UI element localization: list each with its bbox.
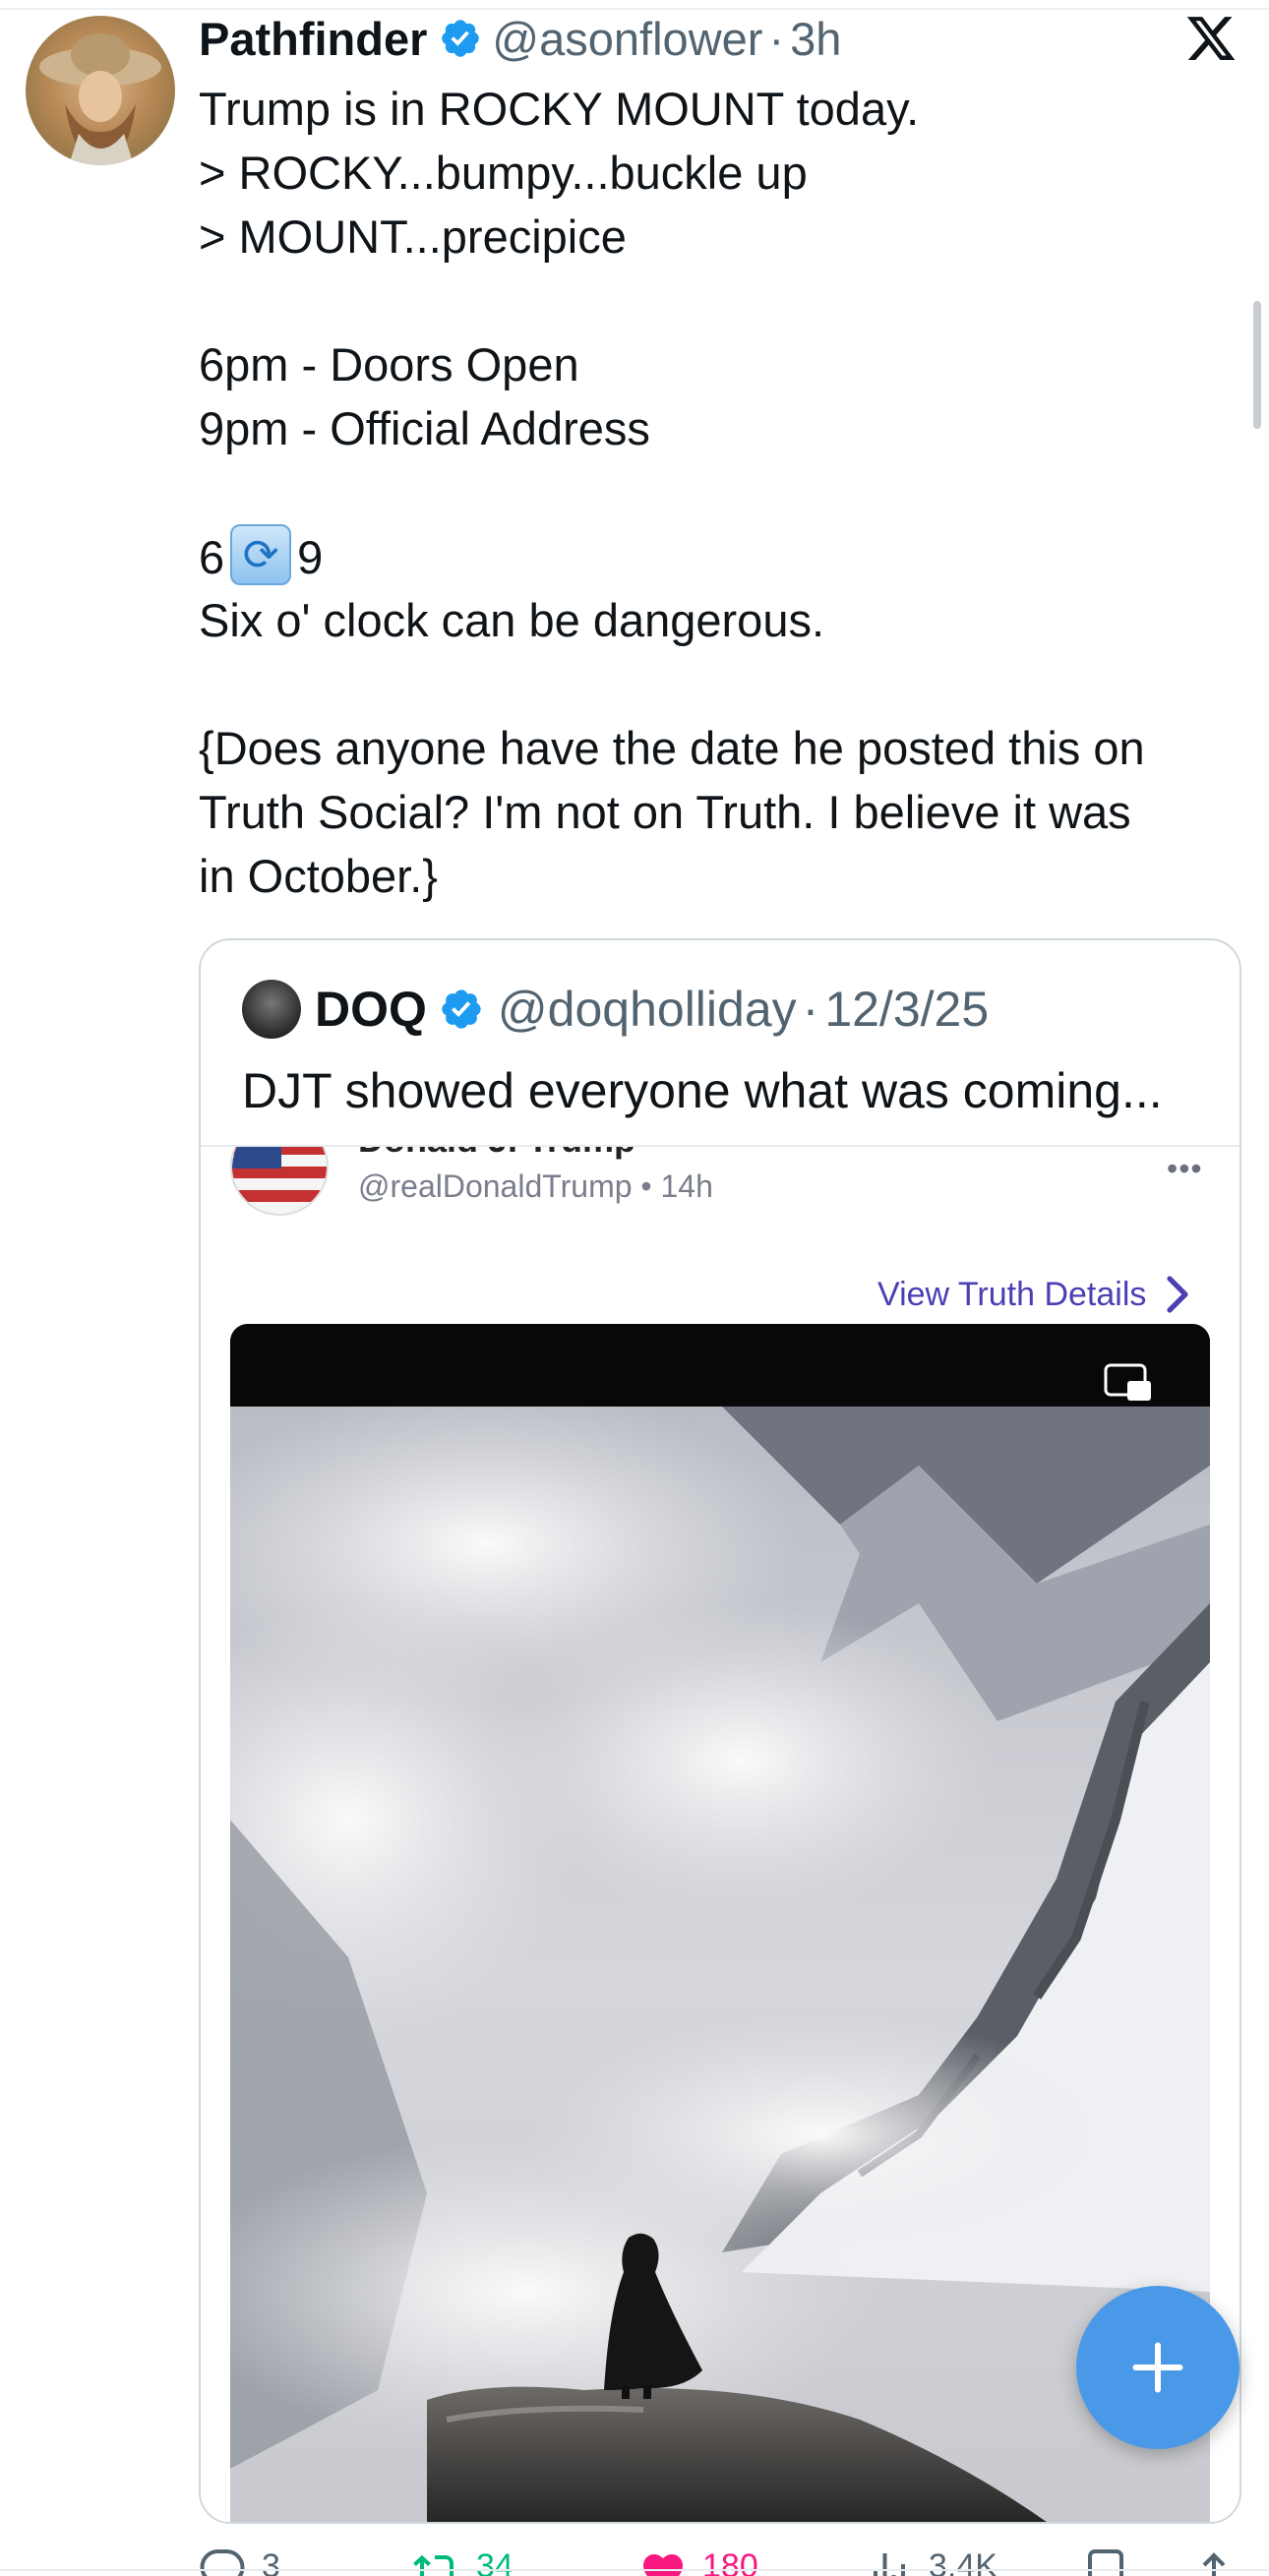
tweet-line: 6pm - Doors Open xyxy=(199,338,579,390)
tweet-line: {Does anyone have the date he posted thi… xyxy=(199,722,1145,774)
repost-icon xyxy=(413,2554,453,2576)
tweet: Pathfinder @asonflower · 3h Trump is in … xyxy=(199,0,1241,908)
reply-icon xyxy=(200,2549,245,2576)
header-separator: · xyxy=(768,12,785,65)
emoji-line-before: 6 xyxy=(199,531,225,583)
plus-icon xyxy=(1132,2342,1183,2393)
repost-count: 34 xyxy=(476,2547,514,2576)
like-count: 180 xyxy=(702,2547,758,2576)
reply-count: 3 xyxy=(262,2547,280,2576)
verified-badge-icon xyxy=(442,20,480,57)
share-button[interactable] xyxy=(1190,2547,1238,2576)
quoted-tweet[interactable]: DOQ @doqholliday · 12/3/25 DJT showed ev… xyxy=(199,938,1241,2524)
emoji-line-after: 9 xyxy=(297,531,324,583)
video-media[interactable] xyxy=(230,1324,1210,2522)
view-truth-details-link: View Truth Details xyxy=(877,1275,1191,1314)
picture-in-picture-icon[interactable] xyxy=(1104,1363,1153,1403)
tweet-line: 9pm - Official Address xyxy=(199,402,650,454)
tweet-line: Six o' clock can be dangerous. xyxy=(199,594,825,646)
bookmark-button[interactable] xyxy=(1082,2547,1129,2576)
tweet-emoji-line: 6 ⟳ 9 xyxy=(199,524,1241,588)
quote-date[interactable]: 12/3/25 xyxy=(824,981,989,1038)
quote-author-avatar[interactable] xyxy=(242,980,301,1039)
repost-button[interactable]: 34 xyxy=(413,2547,514,2576)
scrollbar[interactable] xyxy=(1253,301,1261,429)
views-button[interactable]: 3.4K xyxy=(866,2547,997,2576)
truth-author-name: Donald J. Trump xyxy=(358,1147,635,1161)
repeat-emoji-icon: ⟳ xyxy=(230,524,292,585)
like-icon xyxy=(643,2554,683,2576)
views-count: 3.4K xyxy=(929,2547,997,2576)
quote-author-name[interactable]: DOQ xyxy=(315,981,427,1038)
tweet-line: Truth Social? I'm not on Truth. I believ… xyxy=(199,786,1131,838)
view-truth-details-label: View Truth Details xyxy=(877,1275,1147,1313)
quote-header: DOQ @doqholliday · 12/3/25 xyxy=(242,980,989,1039)
tweet-actions-bar: 3 34 180 3.4K xyxy=(0,2547,1269,2576)
truth-more-menu: ••• xyxy=(1167,1151,1203,1186)
tweet-line: > ROCKY...bumpy...buckle up xyxy=(199,147,808,199)
compose-button[interactable] xyxy=(1076,2286,1239,2449)
author-name[interactable]: Pathfinder xyxy=(199,12,427,66)
quote-author-handle[interactable]: @doqholliday xyxy=(498,981,797,1038)
tweet-line: Trump is in ROCKY MOUNT today. xyxy=(199,83,920,135)
author-handle[interactable]: @asonflower xyxy=(492,12,762,66)
like-button[interactable]: 180 xyxy=(639,2547,758,2576)
bottom-divider xyxy=(0,2569,1269,2571)
tweet-line: > MOUNT...precipice xyxy=(199,210,627,263)
share-icon xyxy=(1202,2552,1226,2576)
tweet-line: in October.} xyxy=(199,850,438,902)
bookmark-icon xyxy=(1088,2549,1123,2576)
views-icon xyxy=(874,2553,905,2576)
quote-header-separator: · xyxy=(802,982,819,1037)
mountain-scene-image xyxy=(230,1407,1210,2522)
tweet-time[interactable]: 3h xyxy=(790,12,841,66)
video-top-bar xyxy=(230,1324,1210,1407)
tweet-text: Trump is in ROCKY MOUNT today. > ROCKY..… xyxy=(199,77,1241,908)
truth-handle-time: @realDonaldTrump • 14h xyxy=(358,1168,713,1204)
truth-social-screenshot[interactable]: Donald J. Trump ••• @realDonaldTrump • 1… xyxy=(201,1147,1239,2522)
quote-text: DJT showed everyone what was coming... xyxy=(242,1063,1163,1118)
truth-author-avatar xyxy=(230,1147,329,1216)
tweet-header: Pathfinder @asonflower · 3h xyxy=(199,0,1241,77)
verified-badge-icon xyxy=(442,989,481,1029)
author-avatar[interactable] xyxy=(26,16,175,165)
reply-button[interactable]: 3 xyxy=(199,2547,280,2576)
chevron-right-icon xyxy=(1167,1276,1188,1313)
